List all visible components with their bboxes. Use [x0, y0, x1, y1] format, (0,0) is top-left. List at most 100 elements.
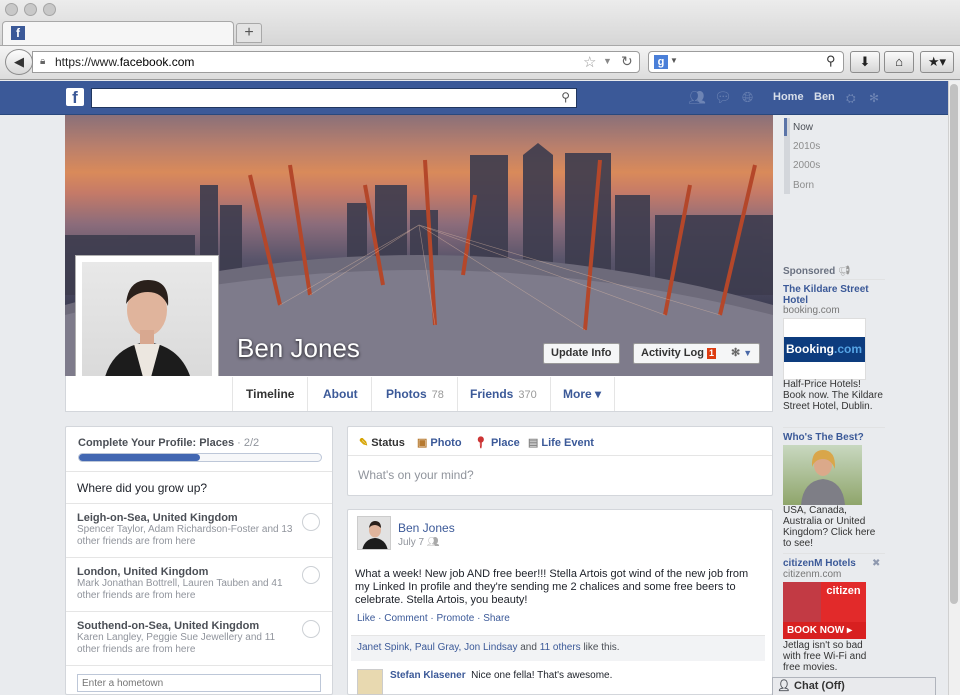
bookmarks-button[interactable]: ★▾: [920, 51, 954, 73]
browser-search-box[interactable]: g ▼ ⚲: [648, 51, 844, 73]
audience-friends-icon[interactable]: 👥︎: [427, 537, 440, 548]
download-button[interactable]: ⬇: [850, 51, 880, 73]
hometown-input[interactable]: [77, 674, 321, 692]
others-link[interactable]: 11 others: [540, 642, 581, 653]
history-dropdown-icon[interactable]: ▼: [603, 56, 612, 66]
citizen-logo: citizen: [821, 582, 866, 622]
update-info-button[interactable]: Update Info: [543, 343, 620, 364]
life-event-icon: ▤: [528, 437, 539, 449]
ad-domain-citizenm: citizenm.com: [783, 569, 842, 580]
chevron-down-icon: ▼: [743, 348, 753, 358]
place-option[interactable]: Southend-on-Sea, United Kingdom Karen La…: [77, 620, 299, 656]
like-link[interactable]: Like: [357, 613, 375, 624]
promote-link[interactable]: Promote: [437, 613, 475, 624]
whos-best-ad-image[interactable]: [783, 445, 862, 505]
bookmark-star-icon[interactable]: ☆: [583, 53, 596, 71]
tab-friends[interactable]: Friends 370: [457, 377, 551, 411]
tab-photos[interactable]: Photos 78: [373, 377, 458, 411]
tab-timeline[interactable]: Timeline: [232, 377, 309, 411]
download-icon: ⬇: [859, 54, 871, 69]
home-button[interactable]: ⌂: [884, 51, 914, 73]
notifications-globe-icon[interactable]: 🌐︎: [742, 89, 753, 106]
friend-requests-icon[interactable]: 👥︎: [688, 89, 706, 106]
post-date[interactable]: July 7 👥︎: [398, 537, 440, 548]
scrubber-now[interactable]: Now: [793, 122, 813, 133]
tab-more[interactable]: More ▾: [550, 377, 616, 411]
bookmarks-icon: ★▾: [927, 54, 947, 69]
tab-label: Photos: [386, 387, 427, 401]
url-text: https://www.facebook.com: [55, 55, 195, 69]
minimize-window-icon[interactable]: [24, 3, 37, 16]
new-tab-button[interactable]: +: [236, 23, 262, 43]
composer-tab-status[interactable]: ✎ Status: [359, 436, 405, 449]
ad-title-whos-best[interactable]: Who's The Best?: [783, 432, 883, 443]
place-name: London, United Kingdom: [77, 566, 209, 578]
scrubber-born[interactable]: Born: [793, 180, 814, 191]
place-friends: Karen Langley, Peggie Sue Jewellery and …: [77, 632, 276, 655]
post-author-avatar[interactable]: [357, 516, 391, 550]
tab-about[interactable]: About: [310, 377, 372, 411]
facebook-logo-icon[interactable]: f: [66, 88, 84, 107]
person-silhouette-illustration: [102, 280, 194, 392]
search-icon[interactable]: ⚲: [826, 53, 836, 69]
close-ad-icon[interactable]: ✖: [872, 558, 880, 569]
divider: [66, 471, 332, 472]
status-input[interactable]: What's on your mind?: [358, 468, 474, 482]
activity-log-label: Activity Log: [641, 347, 704, 359]
tab-label: Photo: [430, 437, 462, 449]
composer-tab-life-event[interactable]: ▤ Life Event: [528, 436, 594, 449]
scrubber-2010s[interactable]: 2010s: [793, 141, 820, 152]
place-radio[interactable]: [302, 566, 320, 584]
reload-icon[interactable]: ↻: [621, 53, 633, 70]
place-name: Southend-on-Sea, United Kingdom: [77, 620, 260, 632]
divider: [783, 279, 885, 280]
chat-bar[interactable]: 👤︎ Chat (Off): [772, 677, 936, 695]
settings-gear-icon[interactable]: ✻: [869, 91, 879, 105]
booking-logo-tld: .com: [834, 342, 863, 356]
place-option[interactable]: Leigh-on-Sea, United Kingdom Spencer Tay…: [77, 512, 299, 548]
booking-logo: Booking.com: [784, 337, 865, 362]
privacy-shortcuts-icon[interactable]: ⛭: [846, 91, 856, 106]
ad-title-kildare[interactable]: The Kildare Street Hotel: [783, 284, 883, 306]
likes-and: and: [517, 642, 540, 653]
commenter-avatar[interactable]: [357, 669, 383, 695]
search-icon[interactable]: ⚲: [561, 90, 570, 104]
scrubber-2000s[interactable]: 2000s: [793, 160, 820, 171]
post-author-link[interactable]: Ben Jones: [398, 521, 455, 535]
place-radio[interactable]: [302, 513, 320, 531]
tab-label: Timeline: [246, 387, 295, 401]
facebook-search-input[interactable]: ⚲: [91, 88, 577, 108]
tab-label: Status: [371, 437, 405, 449]
profile-name: Ben Jones: [237, 333, 360, 363]
activity-log-button[interactable]: Activity Log 1 ✻ ▼: [633, 343, 761, 364]
messages-icon[interactable]: 💬︎: [714, 89, 732, 106]
back-button[interactable]: ◀: [5, 49, 33, 75]
url-bar[interactable]: 🔒︎ https://www.facebook.com ☆ ▼ ↻: [32, 51, 640, 73]
megaphone-icon: 📢︎: [838, 266, 851, 277]
place-radio[interactable]: [302, 620, 320, 638]
activity-count-badge: 1: [706, 348, 716, 359]
composer-tab-photo[interactable]: ▣ Photo: [417, 436, 462, 449]
comment-link[interactable]: Comment: [384, 613, 427, 624]
share-link[interactable]: Share: [483, 613, 510, 624]
citizenm-ad-image[interactable]: citizen BOOK NOW ▸: [783, 582, 866, 639]
likers-link[interactable]: Janet Spink, Paul Gray, Jon Lindsay: [357, 642, 517, 653]
gear-dropdown-icon[interactable]: ✻: [731, 347, 740, 359]
scrollbar-thumb[interactable]: [950, 84, 958, 604]
divider: [66, 665, 332, 666]
composer-tab-place[interactable]: 📍︎ Place: [474, 436, 520, 449]
booking-ad-image[interactable]: Booking.com: [783, 318, 866, 380]
profile-link[interactable]: Ben: [814, 91, 835, 103]
home-icon: ⌂: [895, 54, 903, 69]
engine-dropdown-icon[interactable]: ▼: [670, 56, 678, 65]
ad-title-citizenm[interactable]: citizenM Hotels: [783, 558, 883, 569]
commenter-name-link[interactable]: Stefan Klasener: [390, 670, 466, 681]
close-window-icon[interactable]: [5, 3, 18, 16]
browser-tab[interactable]: f: [2, 21, 234, 45]
home-link[interactable]: Home: [773, 91, 804, 103]
chat-icon: 👤︎: [777, 680, 791, 692]
map-pin-icon: 📍︎: [474, 437, 488, 449]
google-search-engine-icon[interactable]: g: [654, 55, 668, 69]
zoom-window-icon[interactable]: [43, 3, 56, 16]
place-option[interactable]: London, United Kingdom Mark Jonathan Bot…: [77, 566, 299, 602]
